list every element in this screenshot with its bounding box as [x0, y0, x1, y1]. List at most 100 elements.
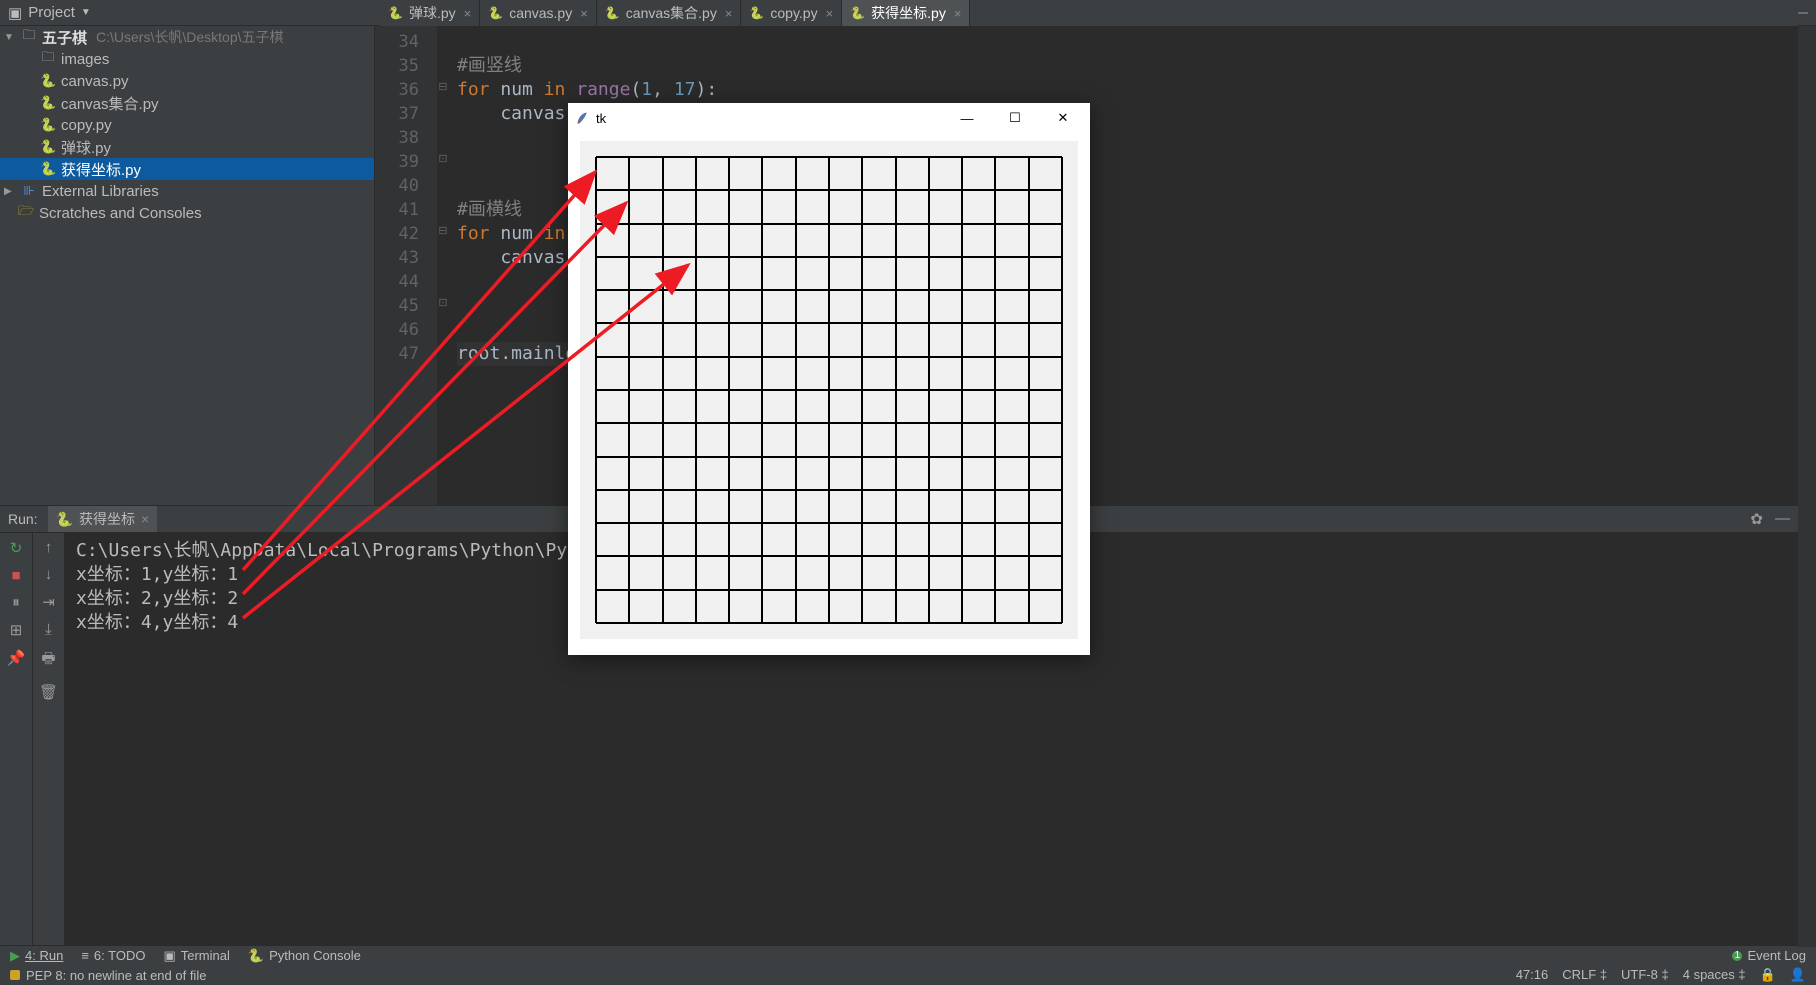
- todo-tool-button[interactable]: ≡6: TODO: [81, 948, 145, 963]
- tree-item-label: canvas.py: [61, 73, 129, 90]
- list-icon: ≡: [81, 948, 89, 963]
- pin-icon[interactable]: 📌: [7, 649, 26, 667]
- tk-canvas-grid[interactable]: [580, 141, 1078, 639]
- python-icon: 🐍: [40, 139, 56, 155]
- fold-marker-icon[interactable]: ⊡: [437, 296, 449, 308]
- tree-scratches[interactable]: 🗁 Scratches and Consoles: [0, 202, 374, 224]
- tab-file[interactable]: 🐍 canvas.py ×: [480, 0, 597, 26]
- tree-file[interactable]: 🐍 copy.py: [0, 114, 374, 136]
- grid-horizontal-line: [596, 522, 1062, 524]
- tab-label: copy.py: [770, 5, 817, 21]
- run-tab[interactable]: 🐍 获得坐标 ×: [48, 506, 158, 532]
- tk-app-window[interactable]: tk — ☐ ✕: [568, 103, 1090, 655]
- tree-item-label: images: [61, 51, 109, 68]
- terminal-icon: ▣: [163, 948, 175, 964]
- tree-external-libs[interactable]: ▶ ⊪ External Libraries: [0, 180, 374, 202]
- project-label: Project: [28, 4, 75, 21]
- close-icon[interactable]: ×: [826, 6, 834, 21]
- tree-item-label: copy.py: [61, 117, 112, 134]
- grid-vertical-line: [1028, 157, 1030, 623]
- close-icon[interactable]: ×: [725, 6, 733, 21]
- python-console-tool-button[interactable]: 🐍Python Console: [248, 948, 361, 964]
- scratches-icon: 🗁: [18, 202, 34, 224]
- fold-column: ⊟ ⊡ ⊟ ⊡: [437, 26, 451, 506]
- gear-icon[interactable]: ✿: [1750, 510, 1763, 528]
- grid-horizontal-line: [596, 555, 1062, 557]
- tree-file[interactable]: 🐍 canvas集合.py: [0, 92, 374, 114]
- down-icon[interactable]: ↓: [45, 566, 53, 583]
- scroll-icon[interactable]: ⤓: [45, 621, 52, 638]
- up-icon[interactable]: ↑: [45, 539, 53, 556]
- python-icon: 🐍: [850, 6, 865, 20]
- play-icon: ▶: [10, 948, 20, 964]
- layout-icon[interactable]: ⊞: [10, 621, 23, 639]
- trash-icon[interactable]: 🗑: [39, 683, 58, 701]
- chevron-down-icon[interactable]: ▼: [4, 32, 16, 43]
- run-tool-button[interactable]: ▶ 4: Run: [10, 948, 63, 964]
- run-tool-label: 4: Run: [25, 948, 63, 963]
- close-button[interactable]: ✕: [1042, 104, 1084, 132]
- close-icon[interactable]: ×: [580, 6, 588, 21]
- notification-badge-icon: 1: [1732, 951, 1742, 961]
- tk-window-title: tk: [596, 111, 606, 126]
- terminal-tool-button[interactable]: ▣Terminal: [163, 948, 229, 964]
- fold-marker-icon[interactable]: ⊟: [437, 80, 449, 92]
- maximize-button[interactable]: ☐: [994, 104, 1036, 132]
- tree-file[interactable]: 🐍 弹球.py: [0, 136, 374, 158]
- line-separator[interactable]: CRLF ‡: [1562, 967, 1607, 983]
- tree-item-label: 获得坐标.py: [61, 159, 141, 180]
- folder-icon: 🗀: [21, 26, 37, 48]
- close-icon[interactable]: ×: [141, 511, 149, 527]
- python-icon: 🐍: [488, 6, 503, 20]
- wrap-icon[interactable]: ⇥: [42, 593, 55, 611]
- console-tool-label: Python Console: [269, 948, 361, 963]
- inspector-icon[interactable]: 👤: [1790, 967, 1806, 983]
- line-number: 43: [375, 246, 437, 270]
- folder-icon: 🗀: [40, 48, 56, 70]
- project-tree[interactable]: ▼ 🗀 五子棋 C:\Users\长帆\Desktop\五子棋 🗀 images…: [0, 26, 375, 506]
- indent-setting[interactable]: 4 spaces ‡: [1683, 967, 1746, 983]
- tree-file[interactable]: 🐍 canvas.py: [0, 70, 374, 92]
- tree-file[interactable]: 🐍 获得坐标.py: [0, 158, 374, 180]
- tree-folder[interactable]: 🗀 images: [0, 48, 374, 70]
- tree-item-label: External Libraries: [42, 183, 159, 200]
- line-number: 34: [375, 30, 437, 54]
- line-number: 39: [375, 150, 437, 174]
- close-icon[interactable]: ×: [464, 6, 472, 21]
- tab-file[interactable]: 🐍copy.py×: [741, 0, 842, 26]
- file-encoding[interactable]: UTF-8 ‡: [1621, 967, 1669, 983]
- fold-marker-icon[interactable]: ⊡: [437, 152, 449, 164]
- tab-file[interactable]: 🐍弹球.py×: [380, 0, 480, 26]
- rerun-icon[interactable]: ↻: [10, 539, 23, 557]
- event-log-label: Event Log: [1747, 948, 1806, 963]
- grid-vertical-line: [928, 157, 930, 623]
- grid-horizontal-line: [596, 456, 1062, 458]
- python-icon: 🐍: [40, 117, 56, 133]
- lock-icon[interactable]: 🔒: [1760, 967, 1776, 983]
- grid-vertical-line: [1061, 157, 1063, 623]
- python-icon: 🐍: [40, 95, 56, 111]
- status-bar: PEP 8: no newline at end of file 47:16 C…: [0, 965, 1816, 985]
- minimize-button[interactable]: —: [946, 104, 988, 132]
- fold-marker-icon[interactable]: ⊟: [437, 224, 449, 236]
- tab-file[interactable]: 🐍canvas集合.py×: [597, 0, 742, 26]
- minimize-panel-icon[interactable]: —: [1775, 510, 1790, 528]
- event-log-button[interactable]: 1 Event Log: [1732, 948, 1806, 963]
- grid-horizontal-line: [596, 622, 1062, 624]
- stop-icon[interactable]: ■: [11, 567, 20, 584]
- cursor-position[interactable]: 47:16: [1516, 967, 1549, 983]
- line-number: 46: [375, 318, 437, 342]
- tab-label: canvas集合.py: [626, 3, 717, 23]
- tk-title-bar[interactable]: tk — ☐ ✕: [568, 103, 1090, 133]
- chevron-right-icon[interactable]: ▶: [4, 186, 16, 197]
- print-icon[interactable]: 🖶: [41, 648, 55, 673]
- tree-root[interactable]: ▼ 🗀 五子棋 C:\Users\长帆\Desktop\五子棋: [0, 26, 374, 48]
- tab-label: canvas.py: [509, 5, 572, 21]
- run-tab-label: 获得坐标: [79, 509, 135, 529]
- project-tool-button[interactable]: ▣ Project ▼: [8, 4, 91, 22]
- pause-icon[interactable]: ⏸: [12, 594, 20, 611]
- tab-file[interactable]: 🐍获得坐标.py×: [842, 0, 970, 26]
- run-label: Run:: [8, 511, 38, 527]
- python-icon: 🐍: [56, 511, 73, 528]
- close-icon[interactable]: ×: [954, 6, 962, 21]
